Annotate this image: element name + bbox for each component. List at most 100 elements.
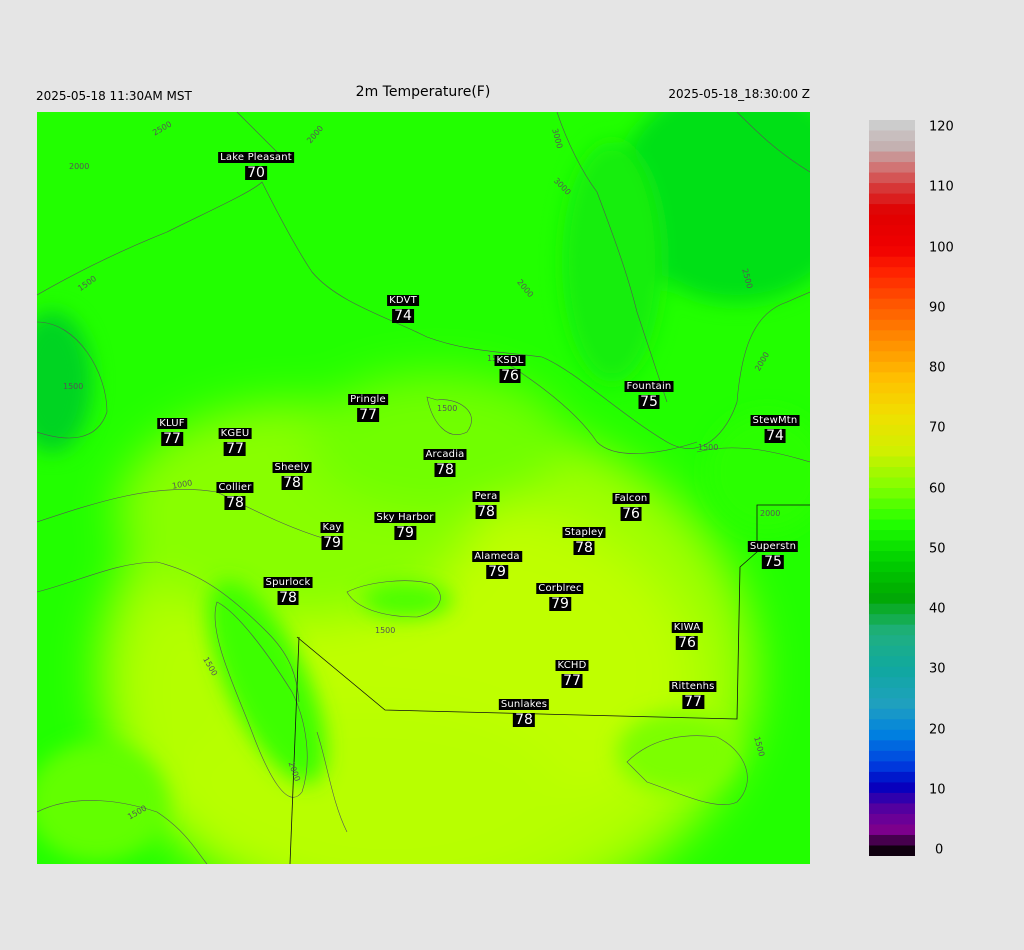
- station-name: Arcadia: [423, 449, 467, 460]
- contour-label: 1500: [375, 626, 396, 635]
- station-temperature: 78: [224, 495, 246, 511]
- station-name: KLUF: [157, 418, 187, 429]
- colorbar-segment: [869, 656, 915, 668]
- colorbar-segment: [869, 309, 915, 321]
- colorbar-tick-label: 10: [929, 782, 946, 798]
- colorbar-tick-label: 120: [929, 119, 954, 135]
- colorbar-segment: [869, 214, 915, 226]
- station-marker: Alameda 79: [472, 544, 522, 579]
- station-temperature: 79: [321, 535, 343, 551]
- station-marker: Pera 78: [472, 484, 500, 520]
- colorbar-segment: [869, 666, 915, 678]
- colorbar-tick-label: 40: [929, 601, 946, 617]
- colorbar-segment: [869, 235, 915, 247]
- colorbar-segment: [869, 172, 915, 184]
- station-marker: Spurlock 78: [263, 570, 313, 606]
- colorbar-segment: [869, 319, 915, 331]
- colorbar-segment: [869, 845, 915, 856]
- station-temperature: 77: [224, 441, 246, 457]
- station-temperature: 78: [475, 504, 497, 520]
- station-temperature: 78: [281, 475, 303, 491]
- colorbar-segment: [869, 445, 915, 458]
- station-marker: KIWA 76: [671, 615, 703, 650]
- colorbar-segment: [869, 813, 915, 826]
- station-name: Falcon: [612, 493, 650, 504]
- colorbar-segment: [869, 477, 915, 489]
- station-temperature: 78: [573, 540, 595, 556]
- colorbar-segment: [869, 719, 915, 731]
- station-temperature: 78: [434, 462, 456, 478]
- colorbar-segment: [869, 351, 915, 363]
- station-marker: Stapley 78: [562, 520, 606, 556]
- colorbar-segment: [869, 551, 915, 563]
- station-marker: Pringle 77: [348, 387, 388, 422]
- colorbar-segment: [869, 141, 915, 153]
- colorbar-segment: [869, 151, 915, 163]
- station-name: Corblrec: [536, 583, 584, 594]
- colorbar-segment: [869, 403, 915, 415]
- station-marker: StewMtn 74: [750, 408, 800, 444]
- station-temperature: 74: [764, 428, 786, 444]
- colorbar-segment: [869, 120, 915, 132]
- temperature-field: [37, 112, 810, 864]
- station-marker: KDVT 74: [387, 288, 419, 323]
- station-name: Sheely: [272, 462, 312, 473]
- colorbar-segment: [869, 340, 915, 352]
- colorbar-segment: [869, 771, 915, 783]
- colorbar-segment: [869, 645, 915, 657]
- station-marker: KSDL 76: [494, 348, 526, 384]
- station-name: Sunlakes: [498, 699, 550, 710]
- utc-time-label: 2025-05-18_18:30:00 Z: [668, 87, 810, 101]
- station-name: Alameda: [472, 551, 522, 562]
- station-marker: Lake Pleasant 70: [218, 145, 294, 180]
- colorbar-segment: [869, 204, 915, 216]
- temperature-map: 2500 2000 2000 3000 3000 2000 2500 2000 1500 1500…: [37, 112, 810, 864]
- station-temperature: 78: [513, 712, 535, 728]
- colorbar-segment: [869, 708, 915, 720]
- colorbar-tick-label: 50: [929, 541, 946, 557]
- station-name: Kay: [320, 522, 344, 533]
- colorbar-segment: [869, 750, 915, 762]
- station-marker: Arcadia 78: [423, 442, 467, 478]
- station-name: KCHD: [555, 660, 589, 671]
- colorbar-segment: [869, 267, 915, 279]
- station-marker: Corblrec 79: [536, 576, 584, 611]
- station-temperature: 76: [499, 368, 521, 384]
- colorbar-segment: [869, 530, 915, 542]
- station-marker: Superstn 75: [747, 534, 799, 570]
- station-temperature: 75: [638, 394, 660, 410]
- colorbar-tick-label: 70: [929, 420, 946, 436]
- colorbar-segment: [869, 372, 915, 384]
- colorbar-segment: [869, 603, 915, 615]
- station-temperature: 75: [762, 554, 784, 570]
- station-temperature: 77: [161, 431, 183, 447]
- station-name: Sky Harbor: [374, 512, 436, 523]
- colorbar-segment: [869, 593, 915, 605]
- station-temperature: 77: [682, 694, 704, 710]
- colorbar-segment: [869, 466, 915, 479]
- contour-label: 2000: [69, 162, 90, 171]
- colorbar-segment: [869, 162, 915, 174]
- colorbar-tick-label: 110: [929, 179, 954, 195]
- station-temperature: 79: [486, 564, 508, 580]
- colorbar-segment: [869, 130, 915, 142]
- colorbar-segment: [869, 225, 915, 237]
- colorbar-segment: [869, 435, 915, 447]
- station-marker: KCHD 77: [555, 653, 589, 688]
- station-temperature: 78: [277, 590, 299, 606]
- colorbar-segment: [869, 414, 915, 426]
- colorbar-segment: [869, 456, 915, 468]
- colorbar-segment: [869, 582, 915, 594]
- colorbar-segment: [869, 729, 915, 741]
- colorbar-segment: [869, 330, 915, 342]
- contour-label: 2000: [760, 509, 781, 518]
- colorbar-segment: [869, 183, 915, 195]
- colorbar-segment: [869, 635, 915, 647]
- station-name: KSDL: [494, 355, 526, 366]
- station-marker: KLUF 77: [157, 411, 187, 446]
- colorbar-segment: [869, 572, 915, 584]
- contour-label: 1500: [63, 382, 84, 391]
- colorbar-segment: [869, 298, 915, 310]
- colorbar-segment: [869, 393, 915, 405]
- station-name: StewMtn: [750, 415, 800, 426]
